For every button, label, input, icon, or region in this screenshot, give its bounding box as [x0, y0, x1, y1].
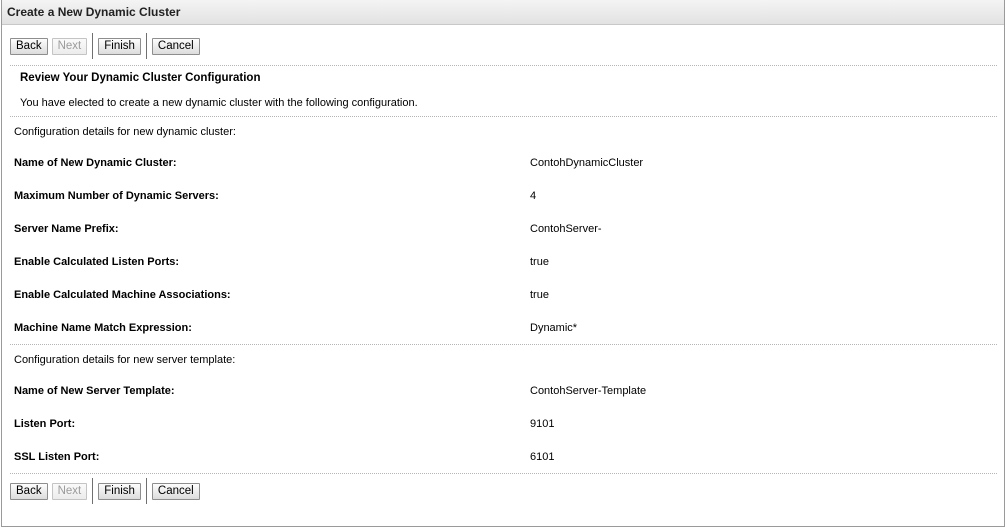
finish-button[interactable]: Finish: [98, 482, 141, 500]
machine-match-label: Machine Name Match Expression:: [14, 322, 192, 334]
finish-button[interactable]: Finish: [98, 37, 141, 55]
next-button[interactable]: Next: [51, 37, 88, 55]
server-prefix-label: Server Name Prefix:: [14, 223, 119, 235]
cancel-button[interactable]: Cancel: [151, 482, 200, 500]
cluster-section-label: Configuration details for new dynamic cl…: [14, 126, 236, 138]
review-heading: Review Your Dynamic Cluster Configuratio…: [20, 72, 261, 84]
divider: [10, 344, 997, 345]
machine-match-value: Dynamic*: [530, 322, 578, 334]
template-name-label: Name of New Server Template:: [14, 385, 175, 397]
cancel-button[interactable]: Cancel: [151, 37, 200, 55]
divider: [10, 473, 997, 474]
template-section-label: Configuration details for new server tem…: [14, 354, 236, 366]
listen-port-value: 9101: [530, 418, 555, 430]
back-button[interactable]: Back: [10, 482, 48, 500]
calc-listen-ports-label: Enable Calculated Listen Ports:: [14, 256, 180, 268]
server-prefix-value: ContohServer-: [530, 223, 602, 235]
review-intro: You have elected to create a new dynamic…: [20, 97, 418, 109]
template-name-value: ContohServer-Template: [530, 385, 647, 397]
panel-title: Create a New Dynamic Cluster: [2, 0, 1004, 25]
ssl-listen-port-value: 6101: [530, 451, 555, 463]
top-button-bar: Back Next Finish Cancel: [10, 33, 200, 59]
ssl-listen-port-label: SSL Listen Port:: [14, 451, 100, 463]
calc-listen-ports-value: true: [530, 256, 549, 268]
cluster-name-label: Name of New Dynamic Cluster:: [14, 157, 177, 169]
next-button[interactable]: Next: [51, 482, 88, 500]
button-separator: [145, 478, 147, 504]
cluster-name-value: ContohDynamicCluster: [530, 157, 644, 169]
button-separator: [92, 33, 94, 59]
back-button[interactable]: Back: [10, 37, 48, 55]
bottom-button-bar: Back Next Finish Cancel: [10, 478, 200, 504]
divider: [10, 65, 997, 66]
max-servers-value: 4: [530, 190, 537, 202]
calc-machine-assoc-value: true: [530, 289, 549, 301]
calc-machine-assoc-label: Enable Calculated Machine Associations:: [14, 289, 231, 301]
divider: [10, 116, 997, 117]
listen-port-label: Listen Port:: [14, 418, 76, 430]
max-servers-label: Maximum Number of Dynamic Servers:: [14, 190, 219, 202]
button-separator: [92, 478, 94, 504]
button-separator: [145, 33, 147, 59]
